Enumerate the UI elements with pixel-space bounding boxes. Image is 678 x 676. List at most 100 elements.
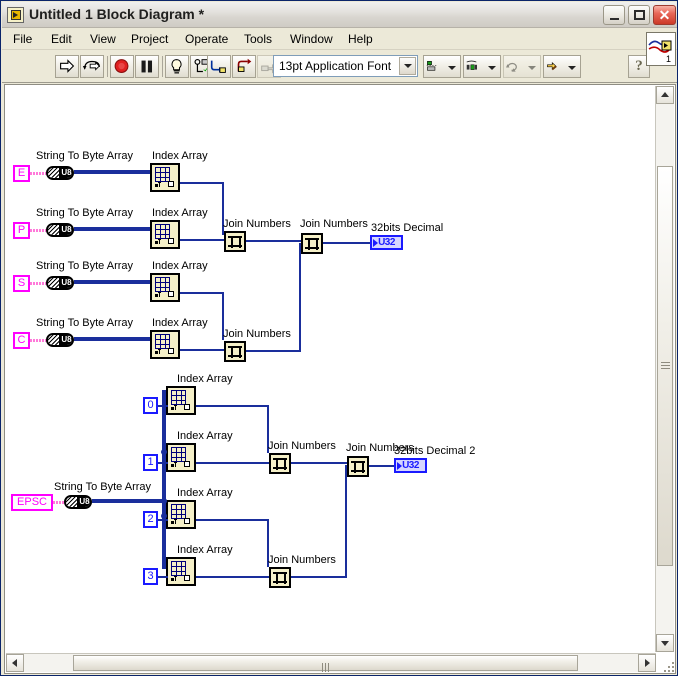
font-selector[interactable]: 13pt Application Font [273, 55, 418, 77]
scroll-right-button[interactable] [638, 654, 656, 672]
scroll-down-button[interactable] [656, 634, 674, 652]
join-numbers-label-1: Join Numbers [223, 218, 291, 230]
menu-item-help[interactable]: Help [343, 31, 378, 47]
menu-item-view[interactable]: View [85, 31, 121, 47]
menu-item-tools[interactable]: Tools [239, 31, 277, 47]
step-into-button[interactable] [207, 55, 231, 78]
index-array-node-6[interactable] [166, 443, 196, 472]
pause-button[interactable] [135, 55, 159, 78]
control-terminal-P[interactable]: P [13, 222, 30, 239]
wire-junction-3 [161, 513, 167, 519]
string-to-byte-array-node-5[interactable]: U8 [64, 495, 92, 509]
reorder-icon [547, 62, 557, 71]
index-array-node-2[interactable] [150, 220, 180, 249]
menu-item-file[interactable]: File [8, 31, 37, 47]
join-numbers-node-5[interactable] [269, 567, 291, 588]
join-numbers-node-2[interactable] [224, 341, 246, 362]
index-array-label-8: Index Array [177, 544, 233, 556]
wire-pink-2 [30, 229, 46, 232]
join-numbers-label-5: Join Numbers [268, 554, 336, 566]
wire-22 [196, 519, 269, 521]
index-array-label-7: Index Array [177, 487, 233, 499]
decimal-indicator-label-2: 32bits Decimal 2 [394, 445, 476, 457]
reorder-dropdown[interactable] [543, 55, 581, 78]
join-numbers-node-3[interactable] [301, 233, 323, 254]
index-array-node-5[interactable] [166, 386, 196, 415]
index-array-label-5: Index Array [177, 373, 233, 385]
index-array-node-7[interactable] [166, 500, 196, 529]
wire-1 [74, 170, 150, 174]
close-icon: ✕ [658, 7, 671, 23]
index-array-node-1[interactable] [150, 163, 180, 192]
wire-20 [291, 462, 347, 464]
index-array-label-3: Index Array [152, 260, 208, 272]
align-objects-dropdown[interactable] [423, 55, 461, 78]
index-array-node-4[interactable] [150, 330, 180, 359]
resize-objects-dropdown[interactable] [503, 55, 541, 78]
scroll-left-button[interactable] [6, 654, 24, 672]
wire-pink-3 [30, 282, 46, 285]
control-terminal-C[interactable]: C [13, 332, 30, 349]
vertical-scrollbar[interactable] [655, 86, 674, 652]
wire-27 [345, 465, 347, 578]
horizontal-scrollbar[interactable] [6, 653, 656, 672]
string-to-byte-array-node-1[interactable]: U8 [46, 166, 74, 180]
wire-11 [180, 349, 226, 351]
highlight-execution-button[interactable] [165, 55, 189, 78]
maximize-button[interactable] [628, 5, 650, 25]
menu-item-window[interactable]: Window [285, 31, 338, 47]
run-button[interactable] [55, 55, 79, 78]
index-constant-0[interactable]: 0 [143, 397, 158, 414]
chevron-down-icon[interactable] [399, 57, 416, 75]
index-constant-3[interactable]: 3 [143, 568, 158, 585]
join-numbers-label-3: Join Numbers [300, 218, 368, 230]
wire-21 [158, 519, 168, 521]
horizontal-scroll-thumb[interactable] [73, 655, 578, 672]
abort-execution-button[interactable] [110, 55, 134, 78]
run-continuously-button[interactable] [80, 55, 104, 78]
index-constant-1[interactable]: 1 [143, 454, 158, 471]
vi-icon-pane[interactable]: 1 [646, 32, 676, 66]
wire-25 [196, 576, 270, 578]
join-numbers-node-4[interactable] [269, 453, 291, 474]
index-array-label-1: Index Array [152, 150, 208, 162]
s2b-label-1: String To Byte Array [36, 150, 134, 162]
menu-item-edit[interactable]: Edit [46, 31, 77, 47]
wire-trunk-horizontal [92, 499, 165, 503]
wire-10 [74, 337, 150, 341]
lightbulb-icon [171, 59, 182, 74]
string-to-byte-array-node-2[interactable]: U8 [46, 223, 74, 237]
wire-5 [180, 239, 226, 241]
run-continuous-icon [82, 60, 100, 71]
menu-item-operate[interactable]: Operate [180, 31, 233, 47]
control-terminal-S[interactable]: S [13, 275, 30, 292]
index-constant-2[interactable]: 2 [143, 511, 158, 528]
index-array-node-3[interactable] [150, 273, 180, 302]
wire-14 [323, 242, 372, 244]
block-diagram-canvas[interactable]: String To Byte Array E U8 Index Array St… [5, 85, 655, 637]
decimal-indicator-label-1: 32bits Decimal [371, 222, 444, 234]
join-numbers-label-2: Join Numbers [223, 328, 291, 340]
join-numbers-node-6[interactable] [347, 456, 369, 477]
join-numbers-label-4: Join Numbers [268, 440, 336, 452]
vertical-scroll-thumb[interactable] [657, 166, 673, 566]
distribute-objects-dropdown[interactable] [463, 55, 501, 78]
labview-vi-icon [7, 7, 24, 23]
close-button[interactable]: ✕ [653, 5, 676, 25]
string-to-byte-array-node-3[interactable]: U8 [46, 276, 74, 290]
wire-6 [246, 240, 301, 242]
indicator-32bits-decimal[interactable]: U32 [370, 235, 403, 250]
wire-15 [158, 405, 168, 407]
indicator-32bits-decimal-2[interactable]: U32 [394, 458, 427, 473]
minimize-button[interactable] [603, 5, 625, 25]
step-over-button[interactable] [232, 55, 256, 78]
string-to-byte-array-node-4[interactable]: U8 [46, 333, 74, 347]
window-resize-grip[interactable] [662, 660, 675, 673]
scroll-up-button[interactable] [656, 86, 674, 104]
menu-item-project[interactable]: Project [126, 31, 173, 47]
join-numbers-node-1[interactable] [224, 231, 246, 252]
index-array-node-8[interactable] [166, 557, 196, 586]
control-terminal-E[interactable]: E [13, 165, 30, 182]
wire-16 [196, 405, 269, 407]
control-terminal-EPSC[interactable]: EPSC [11, 494, 53, 511]
